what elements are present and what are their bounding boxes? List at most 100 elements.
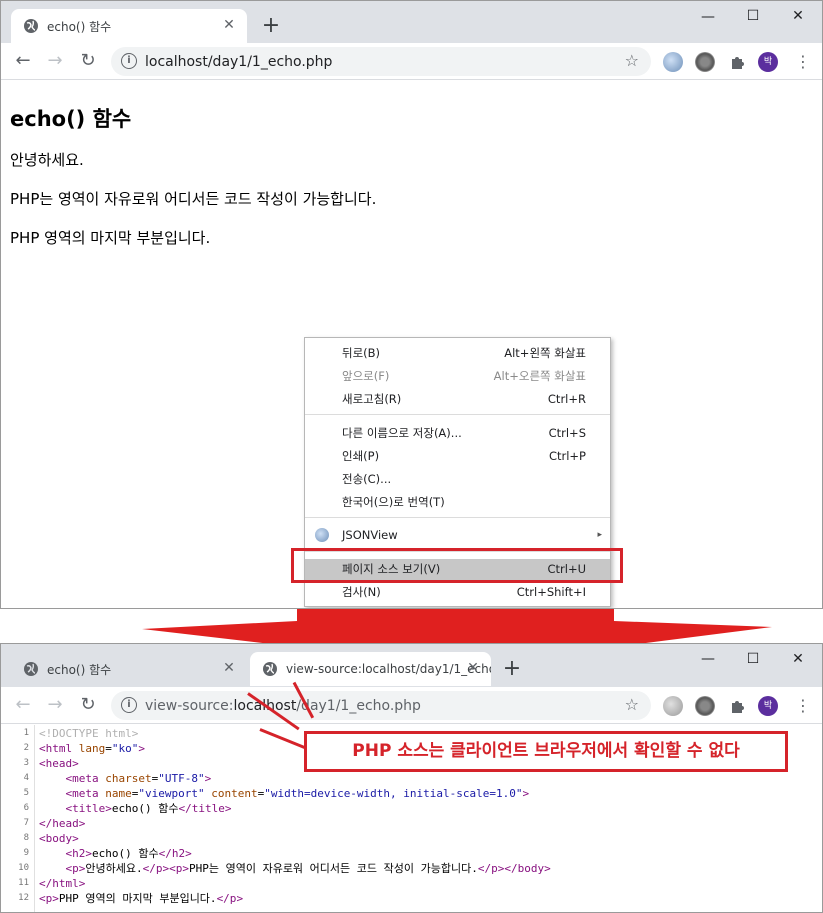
maximize-button[interactable]: ☐ — [743, 6, 763, 26]
forward-button[interactable]: → — [45, 51, 65, 71]
page-heading: echo() 함수 — [10, 107, 132, 131]
address-bar[interactable]: i view-source:localhost/day1/1_echo.php … — [111, 691, 651, 720]
menu-item-inspect[interactable]: 검사(N) Ctrl+Shift+I — [305, 582, 610, 603]
menu-item-forward[interactable]: 앞으로(F) Alt+오른쪽 화살표 — [305, 366, 610, 387]
line-number: 12 — [18, 893, 29, 903]
tab-title: echo() 함수 — [47, 662, 112, 677]
submenu-arrow-icon: ▸ — [597, 530, 602, 540]
line-number: 3 — [23, 758, 29, 768]
menu-item-label: 새로고침(R) — [342, 392, 402, 406]
source-line: <h2>echo() 함수</h2> — [65, 847, 192, 860]
menu-divider — [305, 517, 610, 518]
close-tab-icon[interactable]: ✕ — [221, 17, 237, 33]
back-button[interactable]: ← — [13, 695, 33, 715]
forward-button[interactable]: → — [45, 695, 65, 715]
new-tab-button[interactable]: + — [259, 15, 283, 39]
source-line: <head> — [39, 757, 79, 770]
callout-box: PHP 소스는 클라이언트 브라우저에서 확인할 수 없다 — [304, 731, 788, 772]
source-line: <p>안녕하세요.</p><p>PHP는 영역이 자유로워 어디서든 코드 작성… — [65, 862, 551, 875]
minimize-button[interactable]: — — [698, 649, 718, 669]
gear-extension-icon[interactable] — [695, 696, 715, 716]
line-number: 7 — [23, 818, 29, 828]
menu-item-shortcut: Ctrl+Shift+I — [516, 585, 586, 599]
menu-icon[interactable]: ⋮ — [795, 52, 811, 72]
close-window-button[interactable]: ✕ — [788, 6, 808, 26]
tab-echo[interactable]: echo() 함수 ✕ — [11, 9, 247, 43]
puzzle-icon[interactable] — [728, 52, 748, 72]
menu-item-label: 전송(C)... — [342, 472, 392, 486]
address-bar[interactable]: i localhost/day1/1_echo.php ☆ — [111, 47, 651, 76]
menu-item-label: 인쇄(P) — [342, 449, 380, 463]
minimize-button[interactable]: — — [698, 7, 718, 27]
tab-strip: echo() 함수 ✕ + — ☐ ✕ — [1, 1, 822, 43]
menu-item-label: 검사(N) — [342, 585, 381, 599]
puzzle-icon[interactable] — [728, 696, 748, 716]
new-tab-button[interactable]: + — [500, 658, 524, 682]
browser-window-top: echo() 함수 ✕ + — ☐ ✕ ← → ↻ i localhost/da… — [0, 0, 823, 609]
globe-icon — [23, 18, 39, 34]
source-line: </head> — [39, 817, 86, 830]
menu-icon[interactable]: ⋮ — [795, 696, 811, 716]
maximize-button[interactable]: ☐ — [743, 649, 763, 669]
source-line: <!DOCTYPE html> — [39, 727, 139, 740]
menu-divider — [305, 414, 610, 415]
reload-button[interactable]: ↻ — [78, 695, 98, 715]
menu-item-shortcut: Alt+오른쪽 화살표 — [493, 369, 586, 383]
menu-item-label: 뒤로(B) — [342, 346, 381, 360]
tab-echo[interactable]: echo() 함수 ✕ — [11, 652, 247, 686]
line-number: 5 — [23, 788, 29, 798]
tab-title: view-source:localhost/day1/1_echo.php — [286, 662, 491, 676]
toolbar: ← → ↻ i localhost/day1/1_echo.php ☆ 박 ⋮ — [1, 43, 822, 80]
tab-strip: echo() 함수 ✕ view-source:localhost/day1/1… — [1, 644, 822, 687]
url-text: localhost/day1/1_echo.php — [145, 53, 333, 70]
paragraph: PHP 영역의 마지막 부분입니다. — [10, 229, 211, 247]
back-button[interactable]: ← — [13, 51, 33, 71]
jsonview-extension-icon[interactable] — [663, 696, 683, 716]
info-icon[interactable]: i — [121, 697, 137, 713]
menu-item-shortcut: Ctrl+S — [548, 426, 586, 440]
info-icon[interactable]: i — [121, 53, 137, 69]
star-icon[interactable]: ☆ — [625, 695, 639, 714]
view-source-highlight — [291, 548, 623, 583]
menu-item-label: 한국어(으)로 번역(T) — [342, 495, 445, 509]
line-number: 2 — [23, 743, 29, 753]
menu-item-jsonview[interactable]: JSONView ▸ — [305, 525, 610, 546]
source-line: <meta charset="UTF-8"> — [65, 772, 212, 785]
line-number: 11 — [18, 878, 29, 888]
close-tab-icon[interactable]: ✕ — [465, 660, 481, 676]
reload-button[interactable]: ↻ — [78, 51, 98, 71]
menu-item-print[interactable]: 인쇄(P) Ctrl+P — [305, 446, 610, 467]
source-line: <meta name="viewport" content="width=dev… — [65, 787, 530, 800]
star-icon[interactable]: ☆ — [625, 51, 639, 70]
source-line: <p>PHP 영역의 마지막 부분입니다.</p> — [39, 892, 244, 905]
source-line: </html> — [39, 877, 86, 890]
menu-item-shortcut: Ctrl+P — [548, 449, 586, 463]
menu-item-reload[interactable]: 새로고침(R) Ctrl+R — [305, 389, 610, 410]
gear-extension-icon[interactable] — [695, 52, 715, 72]
tab-view-source[interactable]: view-source:localhost/day1/1_echo.php ✕ — [250, 652, 491, 686]
globe-icon — [262, 661, 278, 677]
avatar[interactable]: 박 — [758, 696, 778, 716]
line-number: 8 — [23, 833, 29, 843]
close-window-button[interactable]: ✕ — [788, 649, 808, 669]
jsonview-extension-icon[interactable] — [663, 52, 683, 72]
menu-item-save-as[interactable]: 다른 이름으로 저장(A)... Ctrl+S — [305, 423, 610, 444]
line-number: 10 — [18, 863, 29, 873]
avatar[interactable]: 박 — [758, 52, 778, 72]
menu-item-label: 앞으로(F) — [342, 369, 390, 383]
source-line: <body> — [39, 832, 79, 845]
menu-item-label: 다른 이름으로 저장(A)... — [342, 426, 462, 440]
close-tab-icon[interactable]: ✕ — [221, 660, 237, 676]
toolbar: ← → ↻ i view-source:localhost/day1/1_ech… — [1, 687, 822, 724]
browser-window-bottom: echo() 함수 ✕ view-source:localhost/day1/1… — [0, 643, 823, 913]
line-number: 4 — [23, 773, 29, 783]
menu-item-label: JSONView — [342, 528, 398, 542]
source-line: <title>echo() 함수</title> — [65, 802, 232, 815]
url-scheme: view-source: — [145, 697, 234, 714]
url-path: /day1/1_echo.php — [296, 697, 421, 714]
menu-item-back[interactable]: 뒤로(B) Alt+왼쪽 화살표 — [305, 343, 610, 364]
paragraph: 안녕하세요. — [10, 151, 84, 169]
paragraph: PHP는 영역이 자유로워 어디서든 코드 작성이 가능합니다. — [10, 190, 377, 208]
menu-item-cast[interactable]: 전송(C)... — [305, 469, 610, 490]
menu-item-translate[interactable]: 한국어(으)로 번역(T) — [305, 492, 610, 513]
